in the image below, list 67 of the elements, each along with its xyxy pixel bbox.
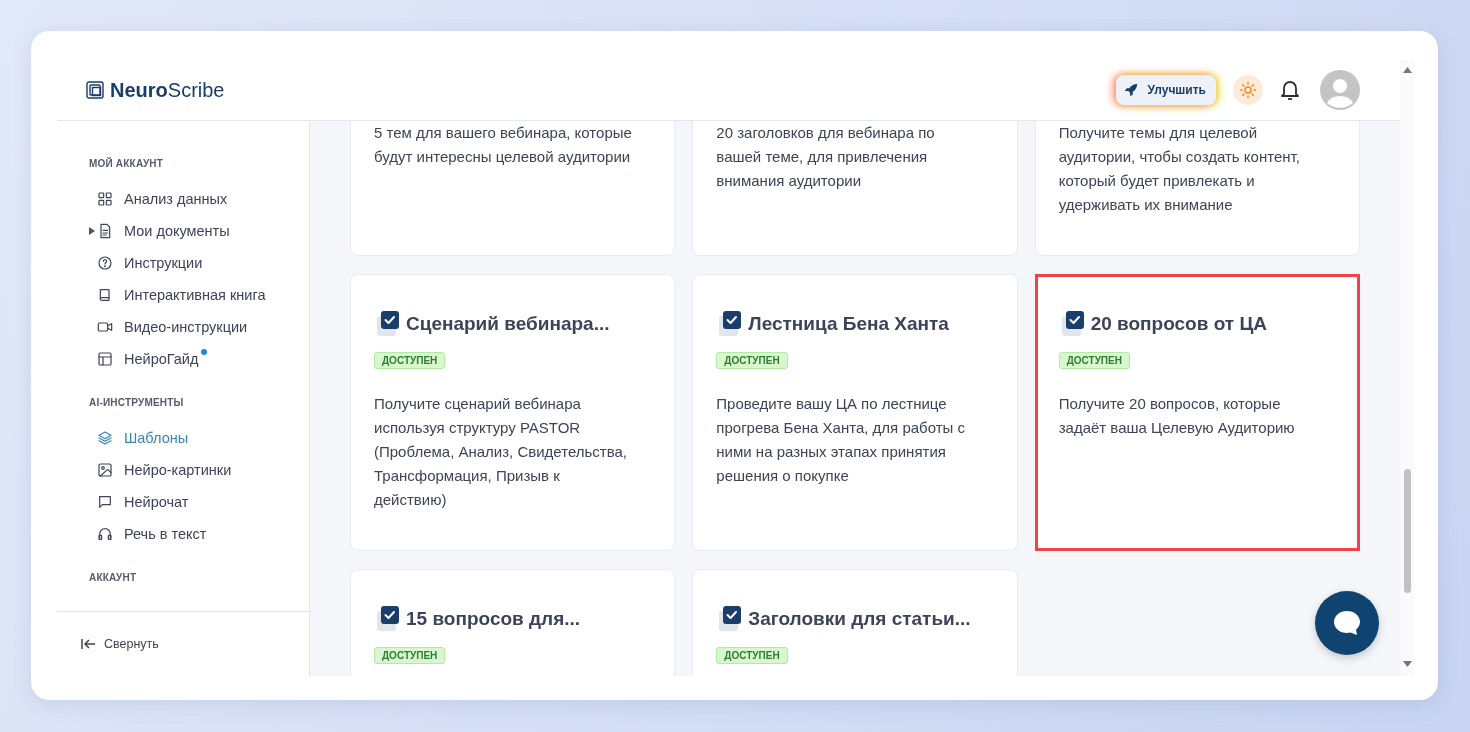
card-title: 15 вопросов для... <box>406 608 581 630</box>
sidebar-item[interactable]: Анализ данных <box>97 191 228 207</box>
template-card[interactable]: 20 вопросов от ЦА ДОСТУПЕН Получите 20 вопросов, которые задаёт ваша Целевую Аудиторию <box>1034 274 1360 551</box>
card-description: Получите темы для целевой аудитории, чтобы создать контент, который будет привлекать и удерживать их внимание <box>1058 123 1301 215</box>
scroll-up-icon[interactable] <box>1402 67 1412 73</box>
headphones-icon <box>97 526 113 542</box>
sidebar-item[interactable]: Нейрочат <box>97 494 189 510</box>
collapse-arrow-icon <box>81 638 96 650</box>
layout-icon <box>97 351 113 367</box>
book-icon <box>97 287 113 303</box>
upgrade-button[interactable]: Улучшить <box>1115 75 1216 105</box>
speech-bubble-icon <box>97 494 113 510</box>
card-description: Получите 20 вопросов, которые задаёт ваша Целевую Аудиторию <box>1058 394 1296 438</box>
status-badge: ДОСТУПЕН <box>716 647 788 664</box>
card-description: Проведите вашу ЦА по лестнице прогрева Бена Ханта, для работы с ними на разных этапах принятия решения о покупке <box>716 394 966 486</box>
collapse-button[interactable]: Свернуть <box>81 637 159 651</box>
card-title: 20 вопросов от ЦА <box>1090 313 1267 335</box>
speech-bubble-icon <box>1333 610 1361 636</box>
video-camera-icon <box>97 319 113 335</box>
card-title: Сценарий вебинара... <box>406 313 610 335</box>
sidebar-item[interactable]: Инструкции <box>97 255 203 271</box>
checked-template-icon <box>376 310 402 338</box>
sidebar-item[interactable]: Мои документы <box>97 223 230 239</box>
status-badge: ДОСТУПЕН <box>1058 352 1130 369</box>
bell-icon <box>1280 79 1300 101</box>
sun-icon <box>1239 81 1257 99</box>
sidebar-item[interactable]: Интерактивная книга <box>97 287 266 303</box>
caret-icon[interactable] <box>89 227 95 235</box>
theme-toggle-button[interactable] <box>1233 75 1263 105</box>
sidebar-item[interactable]: Нейро-картинки <box>97 462 232 478</box>
template-card[interactable]: 20 заголовков для вебинара по вашей теме, для привлечения внимания аудитории <box>692 121 1018 256</box>
section-heading: АККАУНТ <box>89 572 138 583</box>
sidebar-item[interactable]: НейроГайд <box>97 351 199 367</box>
section-heading: AI-ИНСТРУМЕНТЫ <box>89 397 185 408</box>
template-card[interactable]: 5 тем для вашего вебинара, которые будут интересны целевой аудитории <box>350 121 676 256</box>
scrollbar[interactable] <box>1400 60 1414 676</box>
layers-icon <box>97 430 113 446</box>
app-logo: NeuroScribe <box>110 78 225 102</box>
template-card[interactable]: Сценарий вебинара... ДОСТУПЕН Получите сценарий вебинара используя структуру PASTOR (Проблема, Анализ, Свидетельства, Трансформация, Призыв к действию) <box>350 274 676 551</box>
logo-icon <box>86 81 104 99</box>
document-icon <box>97 223 113 239</box>
card-title: Лестница Бена Ханта <box>748 313 949 335</box>
rocket-icon <box>1123 83 1138 97</box>
status-badge: ДОСТУПЕН <box>374 647 446 664</box>
card-description: 20 заголовков для вебинара по вашей теме, для привлечения внимания аудитории <box>716 123 936 191</box>
card-description: 5 тем для вашего вебинара, которые будут интересны целевой аудитории <box>374 123 633 167</box>
card-description: Получите сценарий вебинара используя структуру PASTOR (Проблема, Анализ, Свидетельства, Трансформация, Призыв к действию) <box>374 394 628 510</box>
sidebar-item[interactable]: Шаблоны <box>97 430 189 446</box>
scrollbar-thumb[interactable] <box>1403 469 1411 593</box>
question-circle-icon <box>97 255 113 271</box>
section-heading: МОЙ АККАУНТ <box>89 158 165 169</box>
sidebar-item[interactable]: Речь в текст <box>97 526 207 542</box>
chat-button[interactable] <box>1315 591 1379 655</box>
template-card[interactable]: Получите темы для целевой аудитории, чтобы создать контент, который будет привлекать и удерживать их внимание <box>1034 121 1360 256</box>
template-card[interactable]: Заголовки для статьи... ДОСТУПЕН <box>692 569 1018 676</box>
scroll-down-icon[interactable] <box>1402 661 1412 667</box>
template-card[interactable]: 15 вопросов для... ДОСТУПЕН <box>350 569 676 676</box>
checked-template-icon <box>1060 310 1087 338</box>
sidebar-item[interactable]: Видео-инструкции <box>97 319 248 335</box>
grid-icon <box>97 191 113 207</box>
template-card[interactable]: Лестница Бена Ханта ДОСТУПЕН Проведите вашу ЦА по лестнице прогрева Бена Ханта, для работы с ними на разных этапах принятия решения о покупке <box>692 274 1018 551</box>
status-badge: ДОСТУПЕН <box>716 352 788 369</box>
status-badge: ДОСТУПЕН <box>374 352 446 369</box>
card-title: Заголовки для статьи... <box>748 608 971 630</box>
checked-template-icon <box>376 605 402 633</box>
notifications-button[interactable] <box>1280 79 1300 101</box>
image-icon <box>97 462 113 478</box>
